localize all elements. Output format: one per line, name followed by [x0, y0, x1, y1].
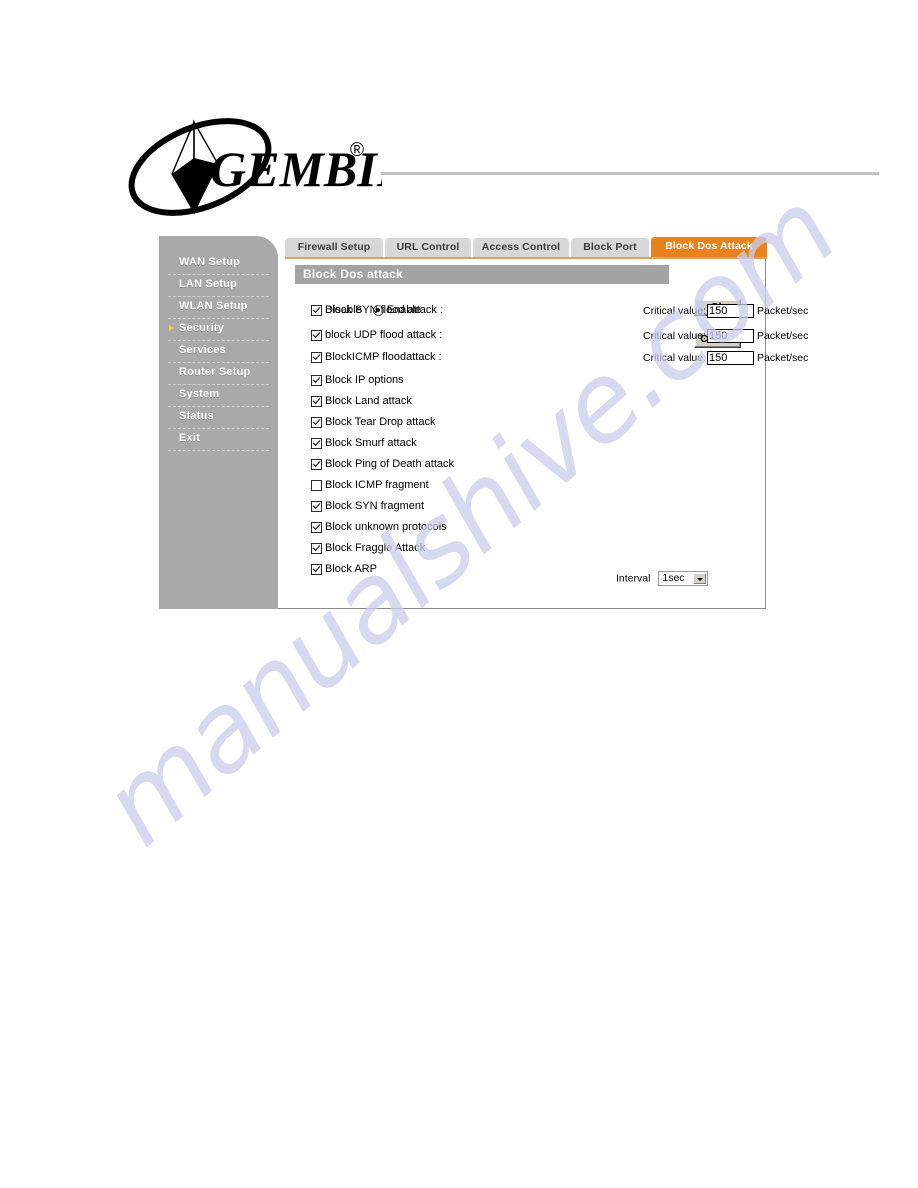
- option-row[interactable]: Block Ping of Death attack: [311, 458, 454, 473]
- sidebar-item-router-setup[interactable]: Router Setup: [168, 363, 269, 385]
- sidebar-item-label: Router Setup: [179, 366, 251, 378]
- checkbox-icon[interactable]: [311, 437, 322, 449]
- checkbox-icon[interactable]: [311, 374, 322, 386]
- chevron-down-icon[interactable]: [693, 573, 707, 584]
- option-label: Block ICMP fragment: [325, 479, 429, 492]
- sidebar-item-label: Status: [179, 410, 214, 422]
- option-row[interactable]: block UDP flood attack :: [311, 329, 442, 344]
- option-row[interactable]: Block IP options: [311, 374, 404, 389]
- checkbox-icon[interactable]: [311, 416, 322, 428]
- critical-value-unit: Packet/sec: [757, 330, 809, 342]
- option-label: Block Tear Drop attack: [325, 416, 436, 429]
- option-row[interactable]: Block Tear Drop attack: [311, 416, 435, 431]
- option-row[interactable]: Block SYN flood attack :: [311, 304, 443, 319]
- option-label: Block Ping of Death attack: [325, 458, 455, 471]
- sidebar-item-lan-setup[interactable]: LAN Setup: [168, 275, 269, 297]
- option-row[interactable]: Block ARP: [311, 563, 377, 578]
- option-label: block UDP flood attack :: [325, 329, 443, 342]
- checkbox-icon[interactable]: [311, 542, 322, 554]
- tab-access-control[interactable]: Access Control: [473, 238, 569, 257]
- checkbox-icon[interactable]: [311, 458, 322, 470]
- option-row[interactable]: Block Fraggle Attack: [311, 542, 425, 557]
- tab-block-dos-attack[interactable]: Block Dos Attack: [651, 237, 767, 257]
- critical-value-input[interactable]: [707, 329, 755, 343]
- checkbox-icon[interactable]: [311, 479, 322, 491]
- interval-field: Interval 1sec: [616, 571, 709, 586]
- critical-value-unit: Packet/sec: [757, 352, 809, 364]
- option-label: Block SYN flood attack :: [325, 304, 443, 317]
- tab-url-control[interactable]: URL Control: [385, 238, 471, 257]
- checkbox-icon[interactable]: [311, 351, 322, 363]
- option-label: Block Smurf attack: [325, 437, 417, 450]
- option-label: Block ARP: [325, 563, 377, 576]
- critical-value-label: Critical value:: [643, 352, 707, 364]
- option-label: BlockICMP floodattack :: [325, 351, 442, 364]
- tab-block-port[interactable]: Block Port: [571, 238, 649, 257]
- sidebar-item-label: Exit: [179, 432, 200, 444]
- critical-value-input[interactable]: [707, 351, 755, 365]
- checkbox-icon[interactable]: [311, 329, 322, 341]
- interval-select[interactable]: 1sec: [658, 571, 709, 586]
- sidebar-item-label: WAN Setup: [179, 256, 241, 268]
- active-arrow-icon: [169, 325, 174, 331]
- option-row[interactable]: Block Smurf attack: [311, 437, 417, 452]
- sidebar-item-wlan-setup[interactable]: WLAN Setup: [168, 297, 269, 319]
- critical-value-group: Critical value: Packet/sec: [643, 351, 808, 365]
- option-row[interactable]: Block unknown protocols: [311, 521, 447, 536]
- sidebar-item-system[interactable]: System: [168, 385, 269, 407]
- option-row[interactable]: Block ICMP fragment: [311, 479, 429, 494]
- brand-logo: GEMBIRD ®: [122, 112, 382, 222]
- sidebar-item-label: WLAN Setup: [179, 300, 248, 312]
- critical-value-unit: Packet/sec: [757, 305, 809, 317]
- critical-value-group: Critical value: Packet/sec: [643, 329, 808, 343]
- critical-value-label: Critical value:: [643, 305, 707, 317]
- dos-settings-form: DisableEnable Interval 1sec Ok Cancel Bl…: [278, 291, 808, 609]
- option-row[interactable]: Block SYN fragment: [311, 500, 424, 515]
- sidebar-item-label: Services: [179, 344, 226, 356]
- critical-value-input[interactable]: [707, 304, 755, 318]
- interval-label: Interval: [616, 572, 651, 585]
- option-label: Block SYN fragment: [325, 500, 425, 513]
- router-admin-panel: WAN Setup LAN Setup WLAN Setup Security Serv…: [159, 236, 808, 609]
- sidebar-nav: WAN Setup LAN Setup WLAN Setup Security Serv…: [159, 236, 278, 609]
- option-row[interactable]: BlockICMP floodattack :: [311, 351, 442, 366]
- option-row[interactable]: Block Land attack: [311, 395, 412, 410]
- checkbox-icon[interactable]: [311, 500, 322, 512]
- critical-value-group: Critical value: Packet/sec: [643, 304, 808, 318]
- critical-value-label: Critical value:: [643, 330, 707, 342]
- svg-text:®: ®: [350, 140, 364, 161]
- header-divider: [381, 172, 879, 175]
- checkbox-icon[interactable]: [311, 521, 322, 533]
- option-label: Block unknown protocols: [325, 521, 447, 534]
- section-title-bar: Block Dos attack: [295, 265, 669, 284]
- option-label: Block Fraggle Attack: [325, 542, 426, 555]
- sidebar-item-security[interactable]: Security: [168, 319, 269, 341]
- sidebar-item-label: System: [179, 388, 220, 400]
- sidebar-item-label: Security: [179, 322, 225, 334]
- sidebar-item-services[interactable]: Services: [168, 341, 269, 363]
- sidebar-item-status[interactable]: Status: [168, 407, 269, 429]
- tab-firewall-setup[interactable]: Firewall Setup: [285, 238, 383, 257]
- sidebar-item-exit[interactable]: Exit: [168, 429, 269, 451]
- option-label: Block IP options: [325, 374, 404, 387]
- sidebar-item-wan-setup[interactable]: WAN Setup: [168, 253, 269, 275]
- sidebar-item-label: LAN Setup: [179, 278, 238, 290]
- interval-select-value: 1sec: [662, 572, 685, 584]
- checkbox-icon[interactable]: [311, 563, 322, 575]
- checkbox-icon[interactable]: [311, 395, 322, 407]
- option-label: Block Land attack: [325, 395, 412, 408]
- gembird-logo-icon: GEMBIRD ®: [128, 118, 382, 216]
- checkbox-icon[interactable]: [311, 304, 322, 316]
- tab-strip: Firewall Setup URL Control Access Control B…: [285, 237, 767, 259]
